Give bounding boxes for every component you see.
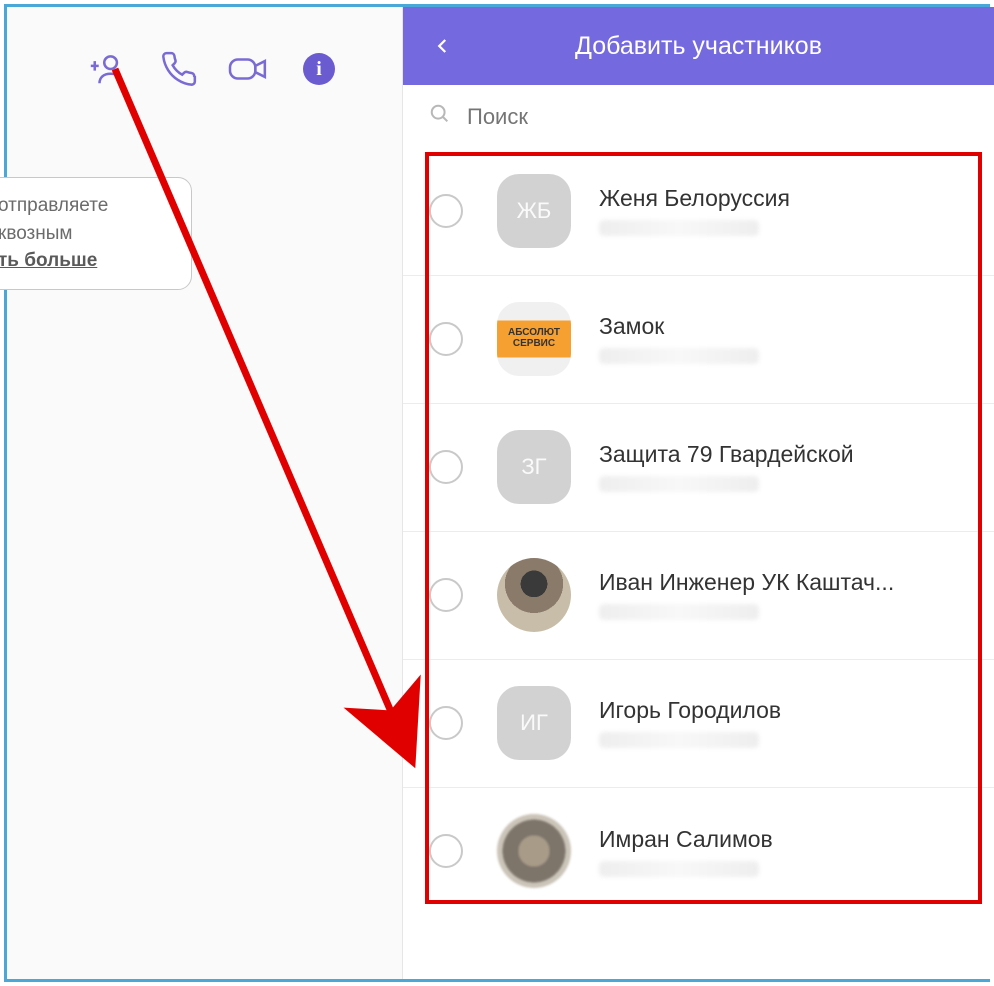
panel-header: Добавить участников [403,7,994,85]
contact-row[interactable]: ЗГ Защита 79 Гвардейской [403,404,994,532]
contact-checkbox[interactable] [429,450,463,484]
contact-name: Имран Салимов [599,826,968,853]
contact-checkbox[interactable] [429,322,463,356]
contact-checkbox[interactable] [429,706,463,740]
contact-name: Замок [599,313,968,340]
contact-row[interactable]: ЖБ Женя Белоруссия [403,148,994,276]
panel-title: Добавить участников [457,32,968,61]
contact-row[interactable]: Имран Салимов [403,788,994,916]
avatar: ЖБ [497,174,571,248]
contacts-list: ЖБ Женя Белоруссия АБСОЛЮТ СЕРВИС Замок [403,148,994,916]
avatar-initials: ЖБ [517,198,552,224]
info-button[interactable]: i [297,47,341,91]
encryption-notice: отправляете квозным ть больше [0,177,192,290]
contact-subtitle [599,861,759,877]
avatar [497,558,571,632]
contact-row[interactable]: Иван Инженер УК Каштач... [403,532,994,660]
avatar-initials: ЗГ [521,454,546,480]
contact-name: Защита 79 Гвардейской [599,441,968,468]
contact-checkbox[interactable] [429,578,463,612]
contact-name: Иван Инженер УК Каштач... [599,569,968,596]
notice-learn-more[interactable]: ть больше [0,250,97,271]
contact-subtitle [599,348,759,364]
chat-pane: i отправляете квозным ть больше [7,7,402,979]
contact-row[interactable]: АБСОЛЮТ СЕРВИС Замок [403,276,994,404]
search-bar[interactable] [403,85,994,148]
notice-line-2: квозным [0,223,72,244]
search-input[interactable] [467,104,968,130]
add-participants-panel: Добавить участников ЖБ Женя Белоруссия [402,7,994,979]
avatar: АБСОЛЮТ СЕРВИС [497,302,571,376]
notice-line-1: отправляете [0,195,108,216]
contact-checkbox[interactable] [429,834,463,868]
voice-call-icon[interactable] [157,47,201,91]
contact-name: Игорь Городилов [599,697,968,724]
avatar [497,814,571,888]
info-icon: i [303,53,335,85]
contact-subtitle [599,604,759,620]
avatar-logo-top: АБСОЛЮТ [508,328,560,339]
contact-name: Женя Белоруссия [599,185,968,212]
avatar: ЗГ [497,430,571,504]
contact-checkbox[interactable] [429,194,463,228]
avatar: ИГ [497,686,571,760]
window-frame: i отправляете квозным ть больше Добавить… [4,4,990,982]
video-call-icon[interactable] [227,47,271,91]
chat-toolbar: i [7,7,402,91]
contact-row[interactable]: ИГ Игорь Городилов [403,660,994,788]
contact-subtitle [599,476,759,492]
back-button[interactable] [429,32,457,60]
search-icon [429,103,451,130]
avatar-initials: ИГ [520,710,548,736]
add-contact-icon[interactable] [87,47,131,91]
avatar-logo-bottom: СЕРВИС [513,339,555,350]
contact-subtitle [599,220,759,236]
contact-subtitle [599,732,759,748]
